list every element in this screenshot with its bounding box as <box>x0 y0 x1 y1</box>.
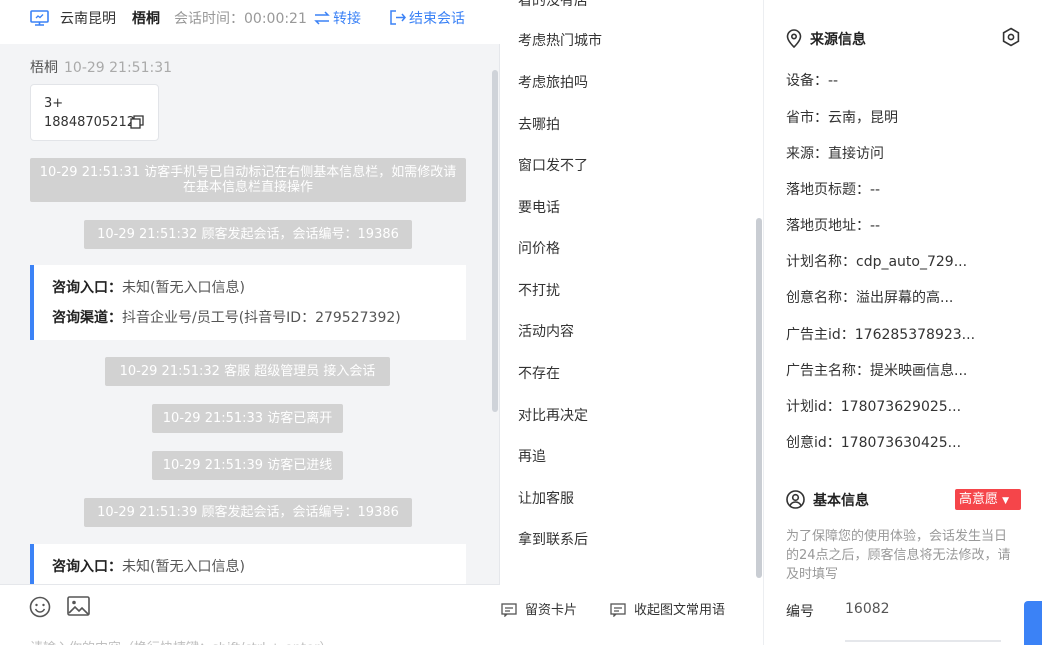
session-timer: 会话时间：00:00:21 <box>174 11 307 27</box>
phrase-item[interactable]: 考虑热门城市 <box>518 32 602 50</box>
source-row: 广告主名称：提米映画信息... <box>786 363 968 379</box>
source-row: 广告主id：176285378923... <box>786 327 976 343</box>
phrase-item[interactable]: 窗口发不了 <box>518 157 588 175</box>
field-underline <box>845 640 1001 642</box>
message-time: 10-29 21:51:31 <box>64 60 173 76</box>
entry-value: 未知(暂无入口信息) <box>122 559 245 575</box>
system-message: 10-29 21:51:33 访客已离开 <box>152 404 343 433</box>
edit-notice: 为了保障您的使用体验，会话发生当日的24点之后，顾客信息将无法修改，请及时填写 <box>786 529 1011 582</box>
system-message: 10-29 21:51:31 访客手机号已自动标记在右侧基本信息栏，如需修改请在… <box>30 158 466 202</box>
location-pin-icon <box>786 29 802 49</box>
id-value: 16082 <box>845 601 890 617</box>
chat-panel: 云南昆明 梧桐 会话时间：00:00:21 转接 结束会话 梧桐 10-29 21… <box>0 0 500 645</box>
chat-input-bar: 请输入你的内容（换行快捷键：shift/ctrl + enter） <box>0 584 500 645</box>
emoji-icon[interactable] <box>29 596 51 622</box>
phrase-item[interactable]: 再追 <box>518 448 546 466</box>
chat-header: 云南昆明 梧桐 会话时间：00:00:21 转接 结束会话 <box>0 0 500 44</box>
message-icon <box>610 603 626 618</box>
intent-label: 高意愿 <box>959 492 999 507</box>
quick-phrase-panel: 看的没有店 考虑热门城市 考虑旅拍吗 去哪拍 窗口发不了 要电话 问价格 不打扰… <box>500 0 764 645</box>
phrase-scrollbar[interactable] <box>756 218 762 578</box>
system-message: 10-29 21:51:32 客服 超级管理员 接入会话 <box>105 357 390 386</box>
source-row: 计划id：178073629025... <box>786 399 962 415</box>
id-label: 编号 <box>786 604 814 620</box>
source-info-title: 来源信息 <box>786 29 866 49</box>
floating-side-button[interactable] <box>1024 601 1042 645</box>
intent-dropdown[interactable]: 高意愿 ▼ <box>955 489 1021 510</box>
phrase-item[interactable]: 对比再决定 <box>518 407 588 425</box>
phrase-item[interactable]: 去哪拍 <box>518 116 560 134</box>
phrase-item[interactable]: 考虑旅拍吗 <box>518 74 588 92</box>
phrase-item[interactable]: 问价格 <box>518 240 560 258</box>
exit-icon <box>390 10 406 25</box>
end-session-label: 结束会话 <box>409 11 465 27</box>
image-icon[interactable] <box>67 596 90 620</box>
entry-value: 未知(暂无入口信息) <box>122 280 245 296</box>
entry-key: 咨询入口： <box>52 280 122 296</box>
consult-info-card: 咨询入口：未知(暂无入口信息) 咨询渠道：抖音企业号/员工号(抖音号ID：279… <box>30 265 466 340</box>
chat-scrollbar[interactable] <box>492 70 498 412</box>
settings-icon[interactable] <box>1001 27 1021 51</box>
message-line: 3+ <box>44 96 64 111</box>
source-row: 创意id：178073630425... <box>786 435 962 451</box>
basic-info-label: 基本信息 <box>813 493 869 509</box>
system-message: 10-29 21:51:39 访客已进线 <box>152 451 343 480</box>
collapse-phrases-button[interactable]: 收起图文常用语 <box>610 599 725 618</box>
source-row: 来源：直接访问 <box>786 146 884 162</box>
source-row: 计划名称：cdp_auto_729... <box>786 254 968 270</box>
customer-info-panel: 来源信息 设备：-- 省市：云南，昆明 来源：直接访问 落地页标题：-- 落地页… <box>764 0 1042 645</box>
end-session-button[interactable]: 结束会话 <box>390 10 465 28</box>
phrase-item[interactable]: 拿到联系后 <box>518 531 588 549</box>
transfer-icon <box>314 11 330 25</box>
lead-card-button[interactable]: 留资卡片 <box>501 599 577 618</box>
phrase-toolbar: 留资卡片 收起图文常用语 <box>500 584 764 645</box>
caret-down-icon: ▼ <box>1002 496 1010 506</box>
transfer-label: 转接 <box>333 11 361 27</box>
phrase-item[interactable]: 要电话 <box>518 199 560 217</box>
card-icon <box>501 603 517 618</box>
channel-key: 咨询渠道： <box>52 310 122 326</box>
message-meta: 梧桐 10-29 21:51:31 <box>30 57 172 77</box>
system-message: 10-29 21:51:32 顾客发起会话，会话编号：19386 <box>84 220 412 249</box>
transfer-button[interactable]: 转接 <box>314 10 361 28</box>
phrase-item[interactable]: 不打扰 <box>518 282 560 300</box>
phrase-item[interactable]: 看的没有店 <box>518 0 588 10</box>
entry-key: 咨询入口： <box>52 559 122 575</box>
copy-icon[interactable] <box>130 114 144 133</box>
source-row: 设备：-- <box>786 73 839 89</box>
visitor-location: 云南昆明 <box>60 11 116 27</box>
basic-info-title: 基本信息 <box>786 490 869 510</box>
source-row: 落地页地址：-- <box>786 218 881 234</box>
lead-card-label: 留资卡片 <box>525 603 578 618</box>
user-icon <box>786 490 805 509</box>
collapse-phrases-label: 收起图文常用语 <box>634 603 726 618</box>
visitor-name: 梧桐 <box>132 11 160 27</box>
channel-value: 抖音企业号/员工号(抖音号ID：279527392) <box>122 310 401 326</box>
source-row: 落地页标题：-- <box>786 182 881 198</box>
phrase-item[interactable]: 不存在 <box>518 365 560 383</box>
system-message: 10-29 21:51:39 顾客发起会话，会话编号：19386 <box>84 498 412 527</box>
message-input[interactable]: 请输入你的内容（换行快捷键：shift/ctrl + enter） <box>30 637 333 645</box>
phrase-item[interactable]: 活动内容 <box>518 323 574 341</box>
source-row: 创意名称：溢出屏幕的高... <box>786 290 954 306</box>
source-row: 省市：云南，昆明 <box>786 110 898 126</box>
source-info-label: 来源信息 <box>810 32 866 48</box>
sender-name: 梧桐 <box>30 60 58 76</box>
monitor-icon <box>30 10 49 31</box>
phrase-item[interactable]: 让加客服 <box>518 490 574 508</box>
